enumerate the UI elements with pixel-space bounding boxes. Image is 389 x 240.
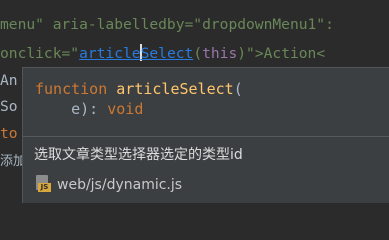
code-line: onclick="articleSelect(this)">Action<: [0, 44, 326, 62]
divider: [23, 136, 389, 137]
function-description: 选取文章类型选择器选定的类型id: [34, 147, 243, 163]
parameter-list: e):: [35, 100, 108, 118]
function-keyword: function: [35, 80, 108, 98]
code-text-suffix: )">Action<: [237, 45, 326, 62]
function-signature: function articleSelect( e): void: [35, 80, 243, 118]
code-line: to: [0, 125, 18, 142]
code-line: menu" aria-labelledby="dropdownMenu1":: [0, 14, 334, 36]
return-type: void: [107, 100, 144, 118]
code-line: So: [0, 98, 18, 115]
code-line: An: [0, 72, 18, 89]
function-reference-link[interactable]: articleSelect: [79, 44, 193, 62]
js-file-icon: JS: [35, 175, 51, 193]
code-text-prefix: onclick=": [0, 45, 80, 62]
quick-documentation-popup[interactable]: function articleSelect( e): void 选取文章类型选…: [22, 67, 389, 203]
source-file-link[interactable]: JS web/js/dynamic.js: [35, 174, 182, 196]
function-name: articleSelect: [116, 80, 234, 98]
this-keyword: this: [202, 45, 238, 62]
file-path: web/js/dynamic.js: [57, 177, 183, 193]
code-text: menu" aria-labelledby="dropdownMenu1":: [0, 16, 334, 33]
